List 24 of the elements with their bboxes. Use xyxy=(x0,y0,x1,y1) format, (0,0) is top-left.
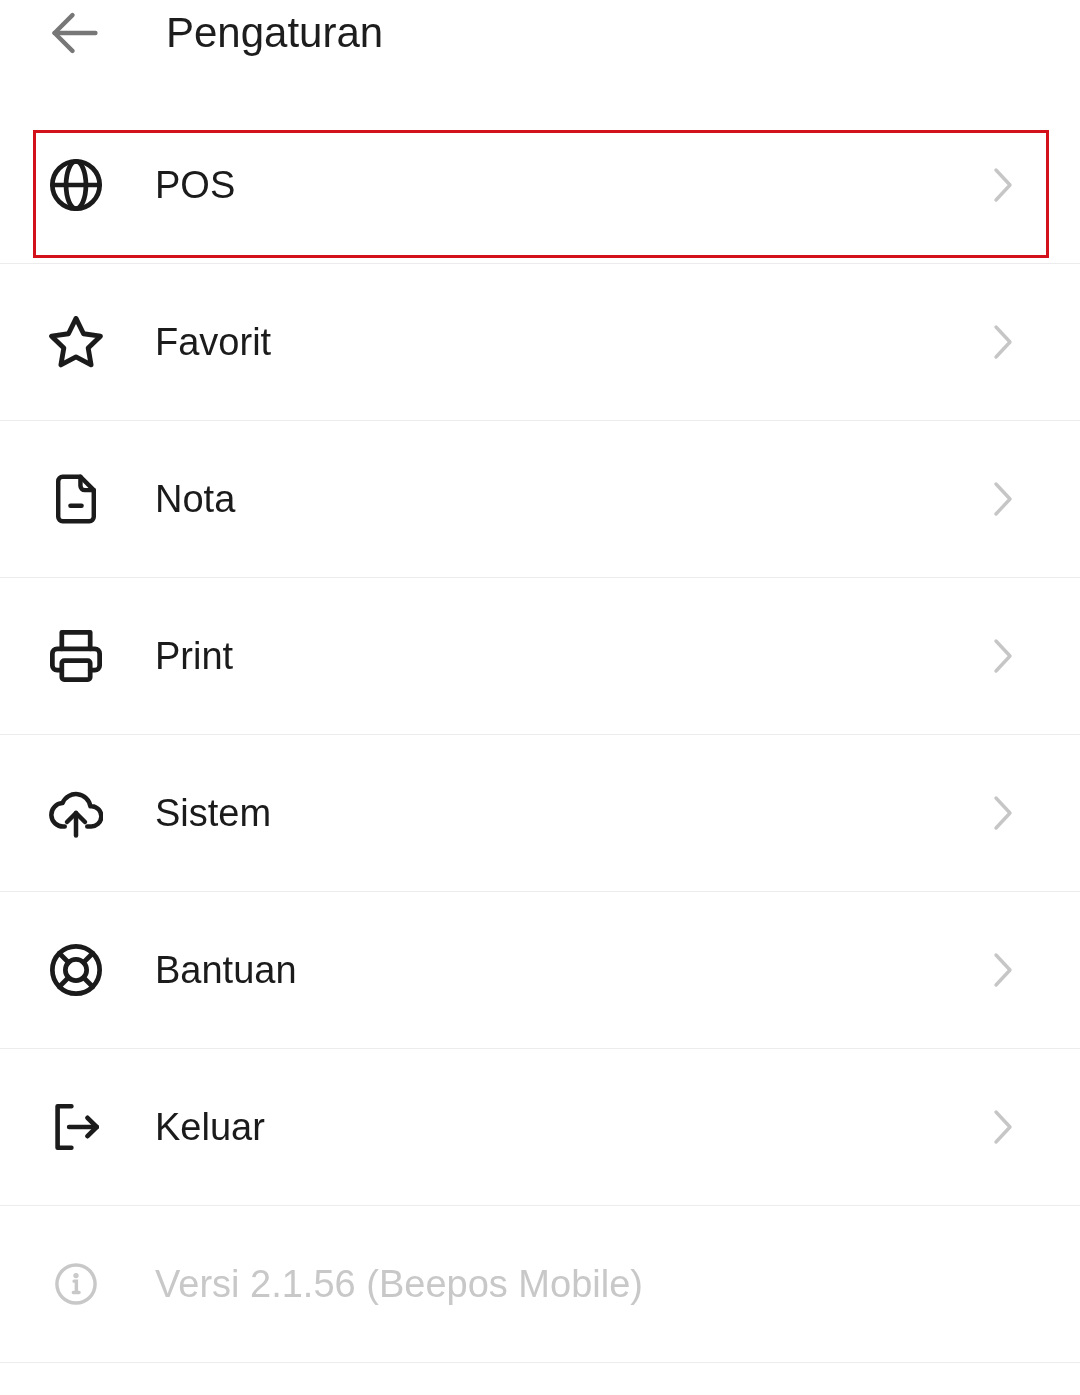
settings-item[interactable]: Bantuan xyxy=(0,892,1080,1048)
back-icon xyxy=(52,12,98,54)
chevron-right-icon xyxy=(992,638,1014,674)
printer-icon xyxy=(50,630,102,682)
settings-item[interactable]: Print xyxy=(0,578,1080,734)
chevron-right-icon xyxy=(992,167,1014,203)
chevron-right-icon xyxy=(992,952,1014,988)
settings-item[interactable]: Nota xyxy=(0,421,1080,577)
settings-item[interactable]: Keluar xyxy=(0,1049,1080,1205)
settings-item[interactable]: POS xyxy=(0,107,1080,263)
page-title: Pengaturan xyxy=(166,8,384,58)
chevron-right-icon xyxy=(992,795,1014,831)
lifebuoy-icon xyxy=(50,944,102,996)
exit-icon xyxy=(53,1103,99,1151)
settings-item[interactable]: Favorit xyxy=(0,264,1080,420)
globe-icon xyxy=(50,159,102,211)
settings-item[interactable]: Sistem xyxy=(0,735,1080,891)
document-icon xyxy=(56,473,96,525)
chevron-right-icon xyxy=(992,481,1014,517)
chevron-right-icon xyxy=(992,1109,1014,1145)
back-button[interactable] xyxy=(52,12,98,54)
star-icon xyxy=(49,316,103,368)
chevron-right-icon xyxy=(992,324,1014,360)
info-icon xyxy=(55,1263,97,1305)
